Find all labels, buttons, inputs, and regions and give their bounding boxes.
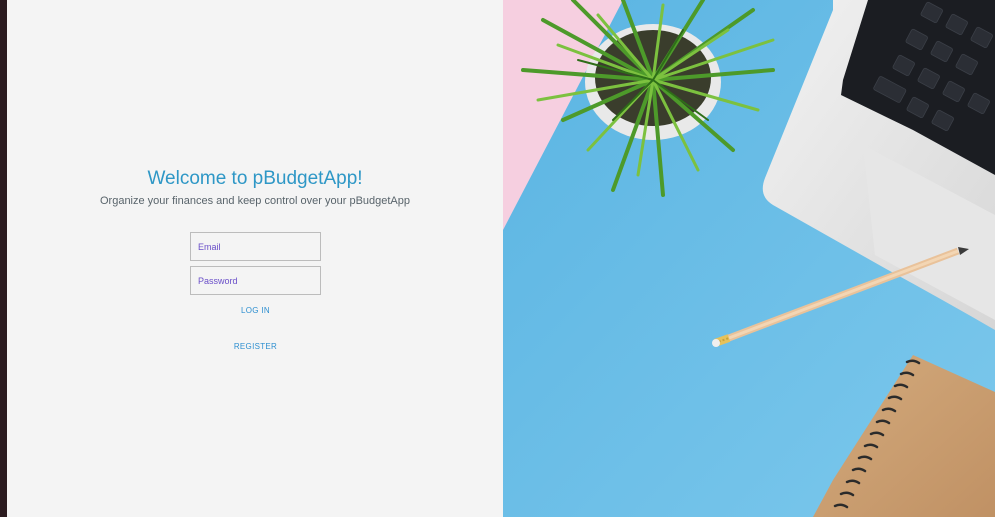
- desk-flatlay-image: [503, 0, 995, 517]
- login-button[interactable]: LOG IN: [190, 303, 321, 317]
- page-title: Welcome to pBudgetApp!: [147, 168, 363, 189]
- window-edge: [0, 0, 7, 517]
- page-subtitle: Organize your finances and keep control …: [99, 195, 411, 207]
- login-panel: Welcome to pBudgetApp! Organize your fin…: [7, 0, 503, 517]
- password-field[interactable]: [190, 266, 321, 295]
- hero-illustration: [503, 0, 995, 517]
- email-field[interactable]: [190, 232, 321, 261]
- register-button[interactable]: REGISTER: [190, 339, 321, 353]
- login-page: Welcome to pBudgetApp! Organize your fin…: [0, 0, 995, 517]
